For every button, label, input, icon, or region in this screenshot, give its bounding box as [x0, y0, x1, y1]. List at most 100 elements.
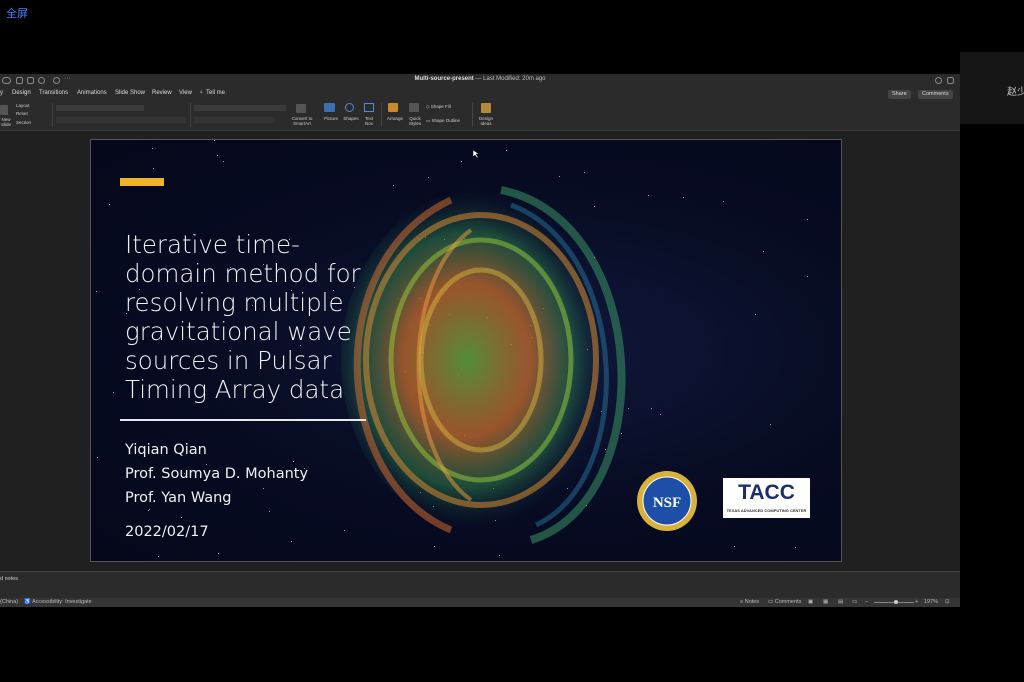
star [148, 510, 149, 511]
zoom-in-icon[interactable]: + [915, 599, 918, 605]
star [109, 204, 110, 205]
star [734, 546, 735, 547]
author-name[interactable]: Prof. Yan Wang [125, 490, 232, 506]
nsf-logo-text: NSF [653, 495, 681, 511]
font-format-tools[interactable] [56, 117, 186, 123]
design-ideas-icon[interactable] [481, 103, 491, 113]
reading-view-icon[interactable]: ▤ [838, 599, 843, 605]
title-bar: ··· Multi-source-present — Last Modified… [0, 74, 960, 88]
ribbon-divider [52, 103, 53, 127]
star [795, 547, 796, 548]
new-slide-icon[interactable] [0, 105, 8, 115]
picture-icon[interactable] [324, 103, 335, 112]
shapes-label[interactable]: Shapes [342, 116, 360, 121]
quick-styles-label[interactable]: Quick Styles [406, 116, 424, 126]
ribbon-divider [472, 103, 473, 127]
star [113, 392, 114, 393]
tab-transitions[interactable]: Transitions [39, 90, 68, 96]
tab-slide-show[interactable]: Slide Show [115, 90, 145, 96]
author-name[interactable]: Yiqian Qian [125, 442, 207, 458]
notes-placeholder[interactable]: d notes [0, 576, 18, 582]
notes-pane[interactable]: d notes [0, 571, 960, 596]
star [97, 457, 98, 458]
ribbon: New Slide Layout Reset Section Convert t… [0, 100, 960, 131]
star [269, 511, 270, 512]
author-name[interactable]: Prof. Soumya D. Mohanty [125, 466, 308, 482]
fit-to-window-icon[interactable]: ⊡ [945, 599, 950, 605]
star [807, 276, 808, 277]
participant-name: 赵少 [1007, 87, 1024, 98]
tab-design[interactable]: Design [12, 90, 31, 96]
language-status[interactable]: (China) [0, 599, 18, 605]
ribbon-divider [381, 103, 382, 127]
star [293, 461, 294, 462]
zoom-slider-thumb[interactable] [894, 600, 898, 604]
shape-fill-button[interactable]: ◇ Shape Fill [426, 104, 451, 109]
arrange-icon[interactable] [388, 103, 398, 112]
reset-button[interactable]: Reset [16, 111, 28, 116]
ribbon-tabs: y Design Transitions Animations Slide Sh… [0, 88, 960, 100]
zoom-out-icon[interactable]: − [865, 599, 868, 605]
design-ideas-label[interactable]: Design Ideas [476, 116, 496, 126]
notes-toggle[interactable]: ≡ Notes [740, 599, 759, 605]
accessibility-icon: ♿ [24, 599, 33, 605]
powerpoint-window: ··· Multi-source-present — Last Modified… [0, 74, 960, 607]
accessibility-status[interactable]: ♿ Accessibility: Investigate [24, 599, 92, 605]
slide[interactable]: Iterative time-domain method for resolvi… [90, 139, 842, 562]
new-slide-label[interactable]: New Slide [0, 117, 12, 127]
tacc-logo-subtitle: TEXAS ADVANCED COMPUTING CENTER [726, 508, 807, 513]
tab-insert[interactable]: y [0, 90, 3, 96]
tab-animations[interactable]: Animations [77, 90, 107, 96]
font-select[interactable] [56, 105, 144, 111]
comment-icon: ▭ [768, 599, 775, 605]
ribbon-divider [190, 103, 191, 127]
gravitational-wave-visual [341, 186, 626, 544]
tab-review[interactable]: Review [152, 90, 172, 96]
presentation-date[interactable]: 2022/02/17 [125, 524, 209, 540]
star [807, 219, 808, 220]
star [683, 197, 684, 198]
star [153, 168, 154, 169]
star [770, 424, 771, 425]
star [206, 464, 207, 465]
star [263, 488, 264, 489]
paragraph-tools[interactable] [194, 105, 286, 111]
search-icon[interactable] [935, 77, 942, 84]
share-button[interactable]: Share [888, 90, 911, 99]
fullscreen-button[interactable]: 全屏 [6, 5, 28, 21]
layout-button[interactable]: Layout [16, 103, 30, 108]
slide-sorter-icon[interactable]: ▦ [823, 599, 828, 605]
arrange-label[interactable]: Arrange [384, 116, 406, 121]
star [96, 291, 97, 292]
account-icon[interactable] [947, 77, 954, 84]
star [223, 161, 224, 162]
status-bar: (China) ♿ Accessibility: Investigate ≡ N… [0, 598, 960, 607]
section-button[interactable]: Section [16, 120, 31, 125]
slideshow-icon[interactable]: ▭ [852, 599, 857, 605]
tab-view[interactable]: View [179, 90, 192, 96]
comments-toggle[interactable]: ▭ Comments [768, 599, 801, 605]
normal-view-icon[interactable]: ▣ [808, 599, 813, 605]
star [506, 150, 507, 151]
star [217, 155, 218, 156]
tacc-logo: TACC TEXAS ADVANCED COMPUTING CENTER [723, 478, 810, 518]
nsf-logo: NSF [637, 471, 697, 531]
text-box-icon[interactable] [364, 103, 374, 112]
quick-styles-icon[interactable] [409, 103, 419, 112]
smartart-icon[interactable] [296, 104, 306, 113]
star [763, 251, 764, 252]
star [214, 140, 215, 141]
convert-smartart-label[interactable]: Convert to SmartArt [288, 116, 316, 126]
comments-button[interactable]: Comments [918, 90, 953, 99]
document-title: Multi-source-present — Last Modified: 20… [414, 76, 546, 82]
tell-me-search[interactable]: Tell me [206, 90, 225, 96]
tacc-logo-text: TACC [738, 481, 795, 504]
shape-outline-button[interactable]: ▭ Shape Outline [426, 118, 460, 123]
shapes-icon[interactable] [345, 103, 354, 112]
alignment-tools[interactable] [194, 117, 274, 123]
slide-title[interactable]: Iterative time-domain method for resolvi… [125, 230, 375, 404]
zoom-level[interactable]: 197% [924, 599, 938, 605]
mouse-cursor-icon [473, 150, 479, 158]
picture-label[interactable]: Picture [322, 116, 340, 121]
text-box-label[interactable]: Text Box [362, 116, 376, 126]
